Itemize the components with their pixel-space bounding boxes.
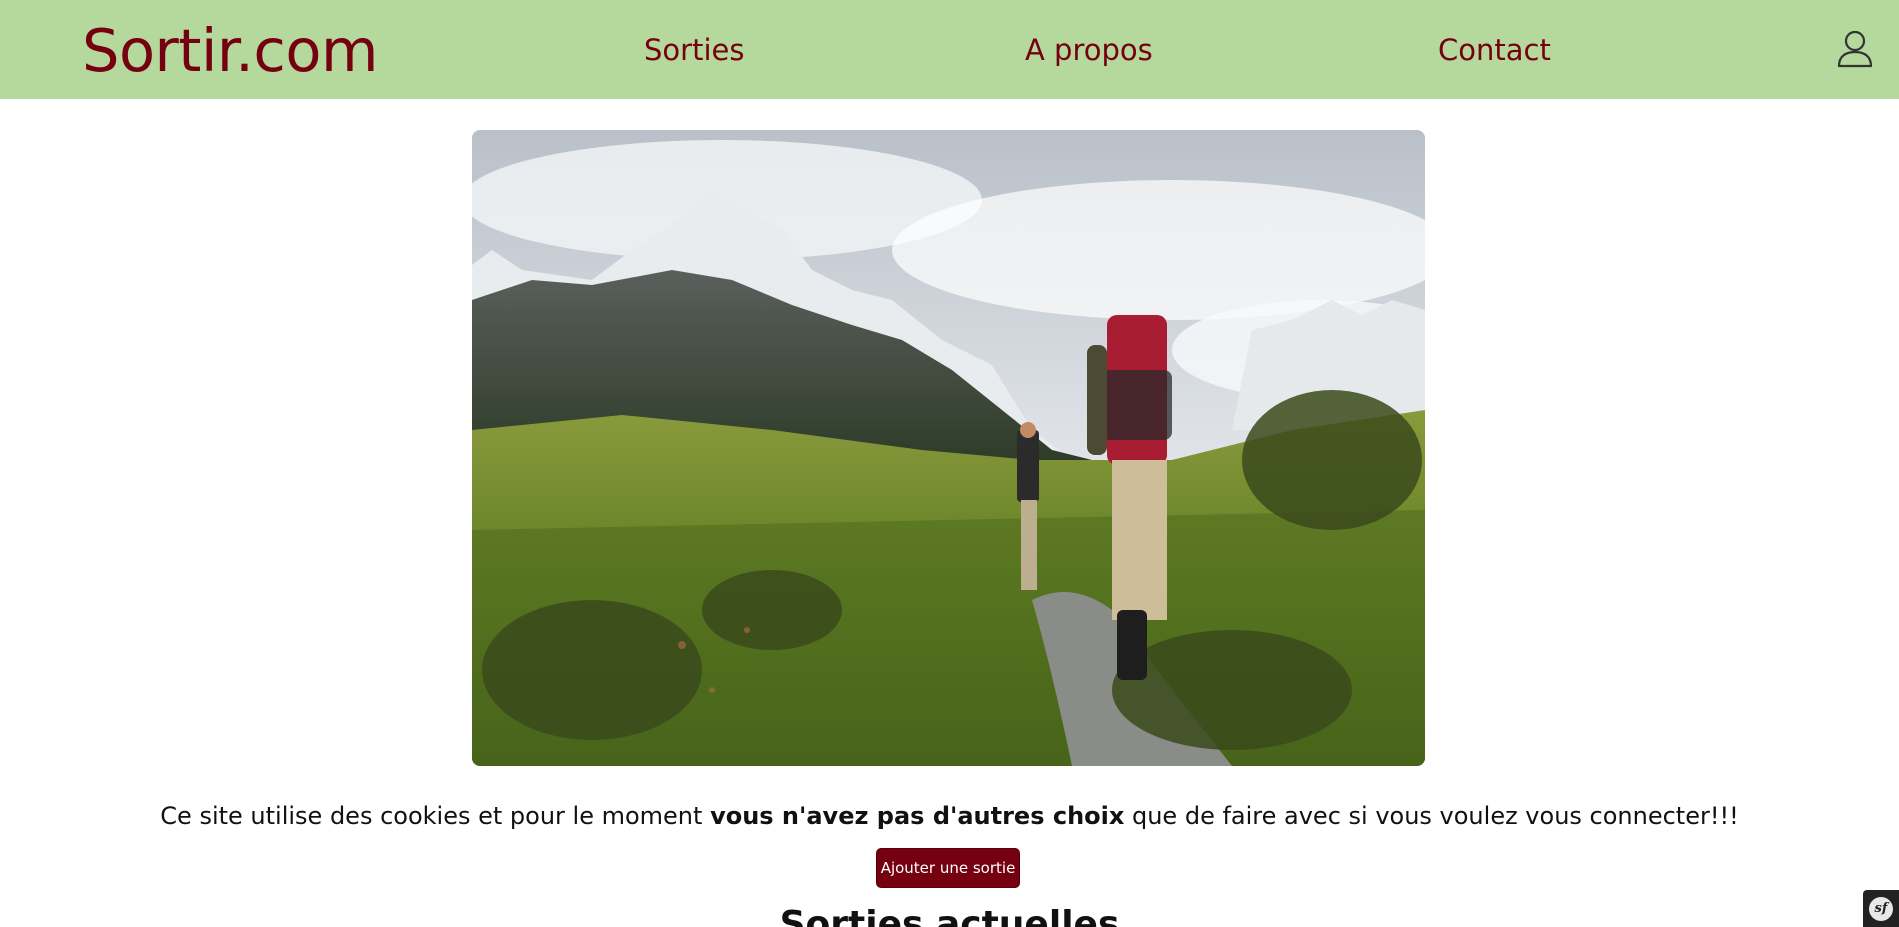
cookie-notice: Ce site utilise des cookies et pour le m…: [0, 797, 1899, 835]
cookie-notice-bold: vous n'avez pas d'autres choix: [710, 802, 1125, 830]
add-sortie-button[interactable]: Ajouter une sortie: [876, 848, 1020, 888]
user-account-button[interactable]: [1835, 28, 1875, 70]
nav-link-apropos[interactable]: A propos: [1025, 30, 1153, 70]
nav-link-sorties[interactable]: Sorties: [644, 30, 744, 70]
brand-logo-link[interactable]: Sortir.com: [82, 14, 378, 88]
hero-image: [472, 130, 1425, 766]
symfony-logo-icon: sf: [1869, 897, 1893, 921]
nav-link-contact[interactable]: Contact: [1438, 30, 1551, 70]
symfony-debug-toolbar-toggle[interactable]: sf: [1863, 890, 1899, 927]
cookie-notice-text-end: que de faire avec si vous voulez vous co…: [1124, 802, 1739, 830]
cookie-notice-text-start: Ce site utilise des cookies et pour le m…: [160, 802, 711, 830]
hikers-mountain-photo: [472, 130, 1425, 766]
navbar: Sortir.com Sorties A propos Contact: [0, 0, 1899, 99]
user-icon: [1837, 30, 1873, 68]
section-title: Sorties actuelles: [779, 904, 1120, 927]
